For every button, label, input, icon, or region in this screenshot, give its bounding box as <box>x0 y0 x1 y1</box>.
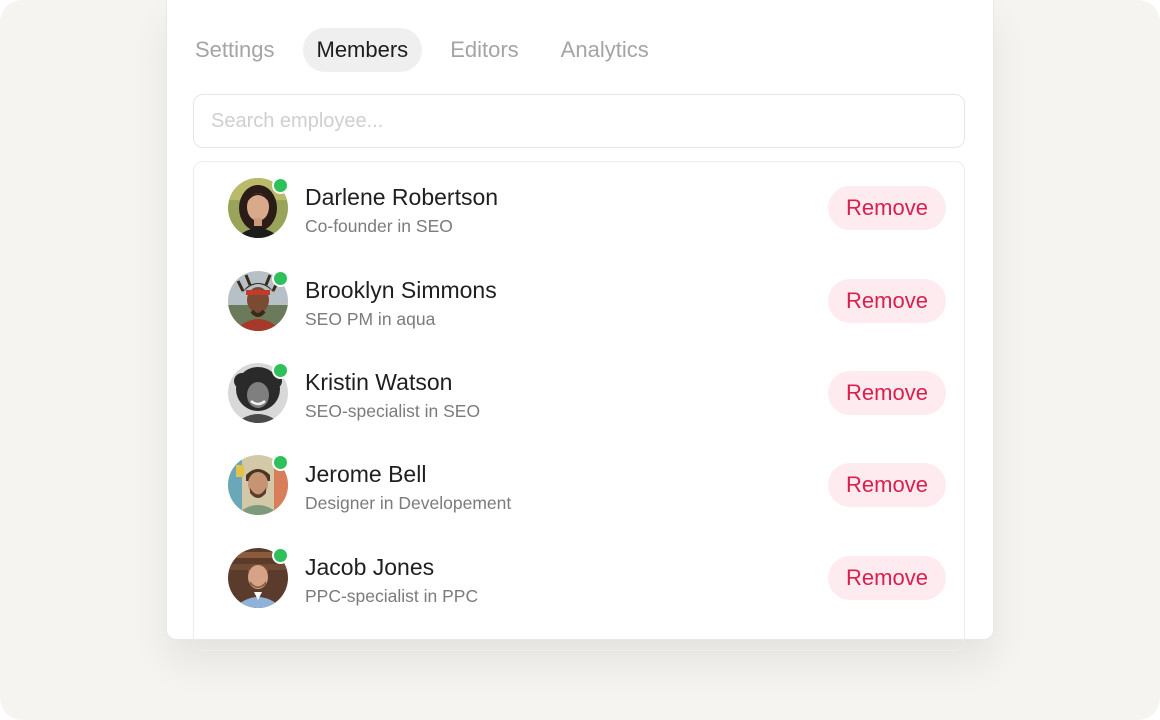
member-name: Darlene Robertson <box>305 184 499 210</box>
list-item: Darlene Robertson Co-founder in SEO Remo… <box>194 162 964 242</box>
online-status-indicator <box>272 270 289 287</box>
remove-button[interactable]: Remove <box>828 279 946 323</box>
member-role: PPC-specialist in PPC <box>305 586 479 606</box>
list-item: Jerome Bell Designer in Developement Rem… <box>194 439 964 519</box>
remove-button[interactable]: Remove <box>828 371 946 415</box>
members-panel: Settings Members Editors Analytics Searc… <box>166 0 994 651</box>
member-role: SEO PM in aqua <box>305 309 436 329</box>
avatar <box>228 454 289 515</box>
member-name: Jacob Jones <box>305 554 435 580</box>
tab-settings[interactable]: Settings <box>181 28 289 72</box>
member-name: Jerome Bell <box>305 461 427 487</box>
avatar <box>228 547 289 608</box>
search-input[interactable] <box>193 94 965 148</box>
remove-button[interactable]: Remove <box>828 186 946 230</box>
avatar <box>228 177 289 238</box>
online-status-indicator <box>272 454 289 471</box>
online-status-indicator <box>272 177 289 194</box>
avatar <box>228 270 289 331</box>
online-status-indicator <box>272 547 289 564</box>
member-list: Darlene Robertson Co-founder in SEO Remo… <box>193 161 965 651</box>
list-item: Jacob Jones PPC-specialist in PPC Remove <box>194 532 964 612</box>
avatar <box>228 362 289 423</box>
member-name: Brooklyn Simmons <box>305 277 497 303</box>
remove-button[interactable]: Remove <box>828 556 946 600</box>
member-role: Co-founder in SEO <box>305 216 453 236</box>
tab-editors[interactable]: Editors <box>436 28 532 72</box>
tab-bar: Settings Members Editors Analytics <box>181 28 677 72</box>
member-role: SEO-specialist in SEO <box>305 401 481 421</box>
remove-button[interactable]: Remove <box>828 463 946 507</box>
list-item: Kristin Watson SEO-specialist in SEO Rem… <box>194 347 964 427</box>
member-role: Designer in Developement <box>305 493 512 513</box>
tab-analytics[interactable]: Analytics <box>547 28 663 72</box>
page-background: Settings Members Editors Analytics Searc… <box>0 0 1160 720</box>
list-item: Brooklyn Simmons SEO PM in aqua Remove <box>194 255 964 335</box>
member-name: Kristin Watson <box>305 369 453 395</box>
online-status-indicator <box>272 362 289 379</box>
tab-members[interactable]: Members <box>302 28 423 72</box>
